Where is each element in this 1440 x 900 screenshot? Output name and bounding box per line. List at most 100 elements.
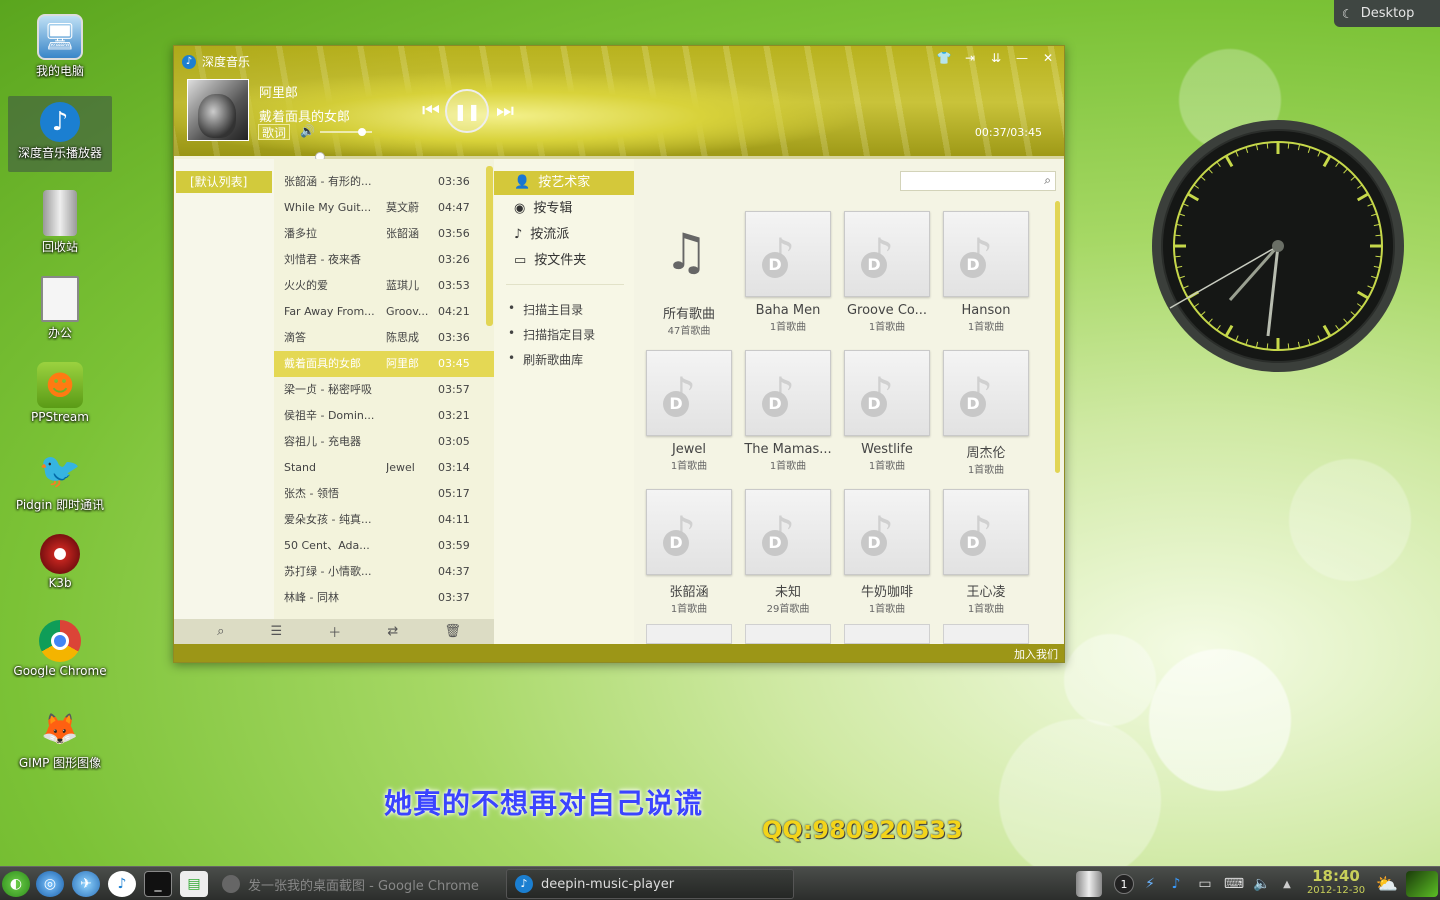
refresh-library[interactable]: • 刷新歌曲库 bbox=[508, 351, 583, 368]
bullet-icon: • bbox=[508, 326, 516, 340]
list-icon[interactable]: ☰ bbox=[270, 624, 282, 639]
playlist-tab-default[interactable]: [默认列表] bbox=[176, 171, 272, 193]
chat-icon[interactable]: ▭ bbox=[1194, 871, 1216, 897]
deepin-logo-icon: D bbox=[960, 391, 986, 417]
artist-tile[interactable]: ♪D 张韶涵 1首歌曲 bbox=[644, 489, 734, 615]
song-title: 林峰 - 同林 bbox=[284, 591, 339, 604]
song-list-scrollbar[interactable] bbox=[486, 166, 493, 326]
search-icon[interactable]: ⌕ bbox=[217, 624, 224, 639]
pause-button[interactable]: ❚❚ bbox=[445, 89, 489, 133]
song-row[interactable]: While My Guit... 莫文蔚 04:47 bbox=[274, 195, 484, 221]
volume-icon[interactable]: 🔈 bbox=[1250, 871, 1274, 897]
volume-icon[interactable]: 🔊 bbox=[300, 124, 315, 138]
artist-tile[interactable]: ♪D The Mamas... 1首歌曲 bbox=[743, 350, 833, 472]
category-by-album[interactable]: ◉ 按专辑 bbox=[494, 197, 634, 221]
trash-icon[interactable] bbox=[1076, 871, 1102, 897]
desktop-icon-gimp[interactable]: 🦊 GIMP 图形图像 bbox=[8, 702, 112, 780]
desktop-icon-k3b[interactable]: K3b bbox=[8, 530, 112, 608]
artist-tile-partial[interactable] bbox=[646, 624, 732, 644]
song-row[interactable]: Stand Jewel 03:14 bbox=[274, 455, 484, 481]
search-icon[interactable]: ⌕ bbox=[1044, 173, 1051, 188]
song-row[interactable]: 刘惜君 - 夜来香 03:26 bbox=[274, 247, 484, 273]
desktop-icon-label: Pidgin 即时通讯 bbox=[15, 498, 105, 512]
deepin-music-icon[interactable]: ♪ bbox=[108, 871, 136, 897]
minimize-icon[interactable]: — bbox=[1014, 51, 1030, 65]
song-row[interactable]: 爱朵女孩 - 纯真... 04:11 bbox=[274, 507, 484, 533]
library-search-input[interactable]: ⌕ bbox=[900, 171, 1056, 191]
network-icon[interactable]: ⚡ bbox=[1140, 871, 1160, 897]
close-icon[interactable]: ✕ bbox=[1040, 51, 1056, 65]
delete-icon[interactable]: 🗑 bbox=[444, 624, 461, 639]
song-row[interactable]: 林峰 - 同林 03:37 bbox=[274, 585, 484, 611]
artist-tile[interactable]: ♪D 未知 29首歌曲 bbox=[743, 489, 833, 615]
desktop-icon-trash[interactable]: 回收站 bbox=[8, 186, 112, 264]
artist-tile[interactable]: ♪D Hanson 1首歌曲 bbox=[941, 211, 1031, 333]
volume-knob[interactable] bbox=[357, 128, 366, 136]
song-row[interactable]: 容祖儿 - 充电器 03:05 bbox=[274, 429, 484, 455]
artist-tile[interactable]: ♪D Jewel 1首歌曲 bbox=[644, 350, 734, 472]
weather-icon[interactable]: ⛅ bbox=[1372, 871, 1402, 897]
taskbar-clock[interactable]: 18:40 2012-12-30 bbox=[1306, 867, 1366, 896]
song-row[interactable]: 梁一贞 - 秘密呼吸 03:57 bbox=[274, 377, 484, 403]
category-by-genre[interactable]: ♪ 按流派 bbox=[494, 223, 634, 247]
song-row[interactable]: Far Away From... Groov... 04:21 bbox=[274, 299, 484, 325]
scan-custom-dir[interactable]: • 扫描指定目录 bbox=[508, 326, 595, 343]
start-menu-icon[interactable]: ◐ bbox=[2, 871, 30, 897]
artist-tile[interactable]: ♪D 周杰伦 1首歌曲 bbox=[941, 350, 1031, 476]
desktop-icon-my-computer[interactable]: 🖥 我的电脑 bbox=[8, 10, 112, 88]
artist-tile-partial[interactable] bbox=[844, 624, 930, 644]
task-chrome[interactable]: 发一张我的桌面截图 - Google Chrome bbox=[214, 869, 504, 899]
desktop-lyric[interactable]: 她真的不想再对自己说谎 bbox=[384, 782, 703, 822]
mini-mode-icon[interactable]: ⇥ bbox=[962, 51, 978, 65]
song-row[interactable]: 戴着面具的女郎 阿里郎 03:45 bbox=[274, 351, 494, 377]
keyboard-icon[interactable]: ⌨ bbox=[1222, 871, 1246, 897]
lyrics-button[interactable]: 歌词 bbox=[258, 124, 291, 140]
song-row[interactable]: 潘多拉 张韶涵 03:56 bbox=[274, 221, 484, 247]
volume-slider[interactable] bbox=[320, 128, 372, 136]
desktop-icon-chrome[interactable]: Google Chrome bbox=[8, 616, 112, 694]
skin-icon[interactable]: 👕 bbox=[936, 51, 952, 65]
song-row[interactable]: 张韶涵 - 有形的... 03:36 bbox=[274, 169, 484, 195]
task-deepin-music[interactable]: ♪ deepin-music-player bbox=[506, 869, 794, 899]
clock-time: 18:40 bbox=[1312, 867, 1360, 885]
email-icon[interactable]: ✈ bbox=[72, 871, 100, 897]
category-by-artist[interactable]: 👤 按艺术家 bbox=[494, 171, 634, 195]
notes-icon[interactable]: ▤ bbox=[180, 871, 208, 897]
globe-icon[interactable]: ◎ bbox=[36, 871, 64, 897]
song-row[interactable]: 火火的爱 蓝琪儿 03:53 bbox=[274, 273, 484, 299]
desktop-switcher[interactable]: ☾ Desktop bbox=[1334, 0, 1440, 27]
show-desktop-icon[interactable] bbox=[1406, 871, 1438, 897]
artist-tile[interactable]: ♪D Westlife 1首歌曲 bbox=[842, 350, 932, 472]
all-songs-tile[interactable]: ♫ 所有歌曲 47首歌曲 bbox=[644, 211, 734, 337]
desktop-icon-label: GIMP 图形图像 bbox=[18, 756, 102, 770]
tray-expand-icon[interactable]: ▲ bbox=[1278, 871, 1296, 897]
song-row[interactable]: 50 Cent、Ada... 03:59 bbox=[274, 533, 484, 559]
desktop-icon-deepin-music[interactable]: ♪ 深度音乐播放器 bbox=[8, 96, 112, 172]
category-by-folder[interactable]: ▭ 按文件夹 bbox=[494, 249, 634, 273]
next-icon[interactable]: ⏭ bbox=[496, 98, 514, 122]
artist-tile-partial[interactable] bbox=[745, 624, 831, 644]
terminal-icon[interactable]: _ bbox=[144, 871, 172, 897]
desktop-icon-pidgin[interactable]: 🐦 Pidgin 即时通讯 bbox=[8, 444, 112, 522]
menu-dropdown-icon[interactable]: ⇊ bbox=[988, 51, 1004, 65]
song-row[interactable]: 侯祖辛 - Domin... 03:21 bbox=[274, 403, 484, 429]
desktop-icon-office[interactable]: 办公 bbox=[8, 272, 112, 350]
deepin-music-tray-icon[interactable]: ♪ bbox=[1166, 871, 1186, 897]
song-title: Stand bbox=[284, 461, 316, 474]
grid-scrollbar[interactable] bbox=[1055, 201, 1060, 473]
artist-tile[interactable]: ♪D 王心凌 1首歌曲 bbox=[941, 489, 1031, 615]
artist-tile-partial[interactable] bbox=[943, 624, 1029, 644]
previous-icon[interactable]: ⏮ bbox=[422, 98, 440, 122]
artist-tile[interactable]: ♪D Baha Men 1首歌曲 bbox=[743, 211, 833, 333]
desktop-icon-ppstream[interactable]: ☻ PPStream bbox=[8, 358, 112, 436]
shuffle-icon[interactable]: ⇄ bbox=[387, 624, 398, 639]
scan-home-dir[interactable]: • 扫描主目录 bbox=[508, 301, 583, 318]
song-row[interactable]: 滴答 陈思成 03:36 bbox=[274, 325, 484, 351]
add-icon[interactable]: ＋ bbox=[328, 622, 341, 641]
join-us-link[interactable]: 加入我们 bbox=[1014, 646, 1058, 662]
song-row[interactable]: 苏打绿 - 小情歌... 04:37 bbox=[274, 559, 484, 585]
artist-tile[interactable]: ♪D 牛奶咖啡 1首歌曲 bbox=[842, 489, 932, 615]
song-row[interactable]: 张杰 - 领悟 05:17 bbox=[274, 481, 484, 507]
workspace-indicator[interactable]: 1 bbox=[1114, 874, 1134, 894]
artist-tile[interactable]: ♪D Groove Co... 1首歌曲 bbox=[842, 211, 932, 333]
